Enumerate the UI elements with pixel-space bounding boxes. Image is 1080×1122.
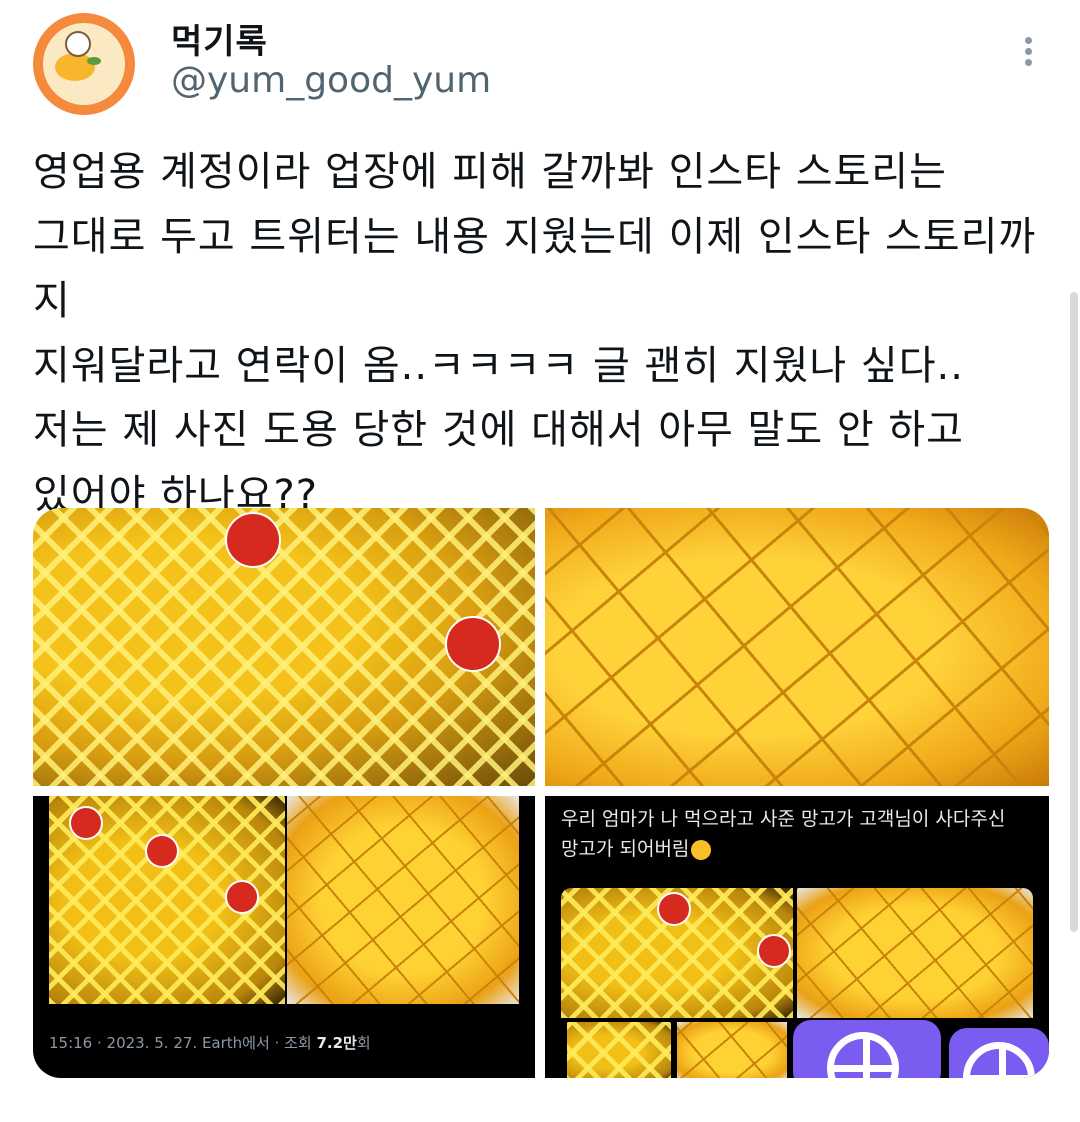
more-options-icon[interactable] xyxy=(1016,34,1040,70)
brand-sticker xyxy=(757,934,791,968)
scrollbar[interactable] xyxy=(1070,292,1078,932)
app-icon[interactable] xyxy=(793,1020,941,1078)
brand-sticker xyxy=(145,834,179,868)
tweet-meta-prefix: 15:16 · 2023. 5. 27. Earth에서 · 조회 xyxy=(49,1034,317,1052)
brand-sticker xyxy=(225,880,259,914)
brand-sticker xyxy=(69,806,103,840)
cut-mango-thumbnail xyxy=(287,796,519,1004)
user-handle[interactable]: @yum_good_yum xyxy=(171,60,491,101)
view-count: 7.2만 xyxy=(316,1034,357,1052)
upside-down-face-emoji-icon xyxy=(691,839,712,860)
mango-box-thumbnail-small xyxy=(567,1022,671,1078)
brand-sticker xyxy=(225,512,281,568)
cut-mango-thumbnail-small xyxy=(677,1022,787,1078)
mango-box-thumbnail xyxy=(49,796,285,1004)
leaf-icon xyxy=(87,57,101,65)
media-image-screenshot-2[interactable]: 우리 엄마가 나 먹으라고 사준 망고가 고객님이 사다주신 망고가 되어버림 xyxy=(545,796,1049,1078)
peace-icon xyxy=(827,1032,899,1078)
media-image-mango-box[interactable] xyxy=(33,508,535,786)
peace-icon xyxy=(963,1042,1035,1078)
tweet-meta-suffix: 회 xyxy=(356,1034,371,1052)
media-grid: 15:16 · 2023. 5. 27. Earth에서 · 조회 7.2만회 … xyxy=(33,508,1049,1078)
mango-box-thumbnail xyxy=(561,888,793,1018)
story-caption: 우리 엄마가 나 먹으라고 사준 망고가 고객님이 사다주신 망고가 되어버림 xyxy=(561,804,1031,864)
tweet-text: 영업용 계정이라 업장에 피해 갈까봐 인스타 스토리는 그대로 두고 트위터는… xyxy=(33,149,1037,518)
tweet-meta: 15:16 · 2023. 5. 27. Earth에서 · 조회 7.2만회 xyxy=(49,1032,371,1053)
media-image-cut-mango[interactable] xyxy=(545,508,1049,786)
story-caption-text: 우리 엄마가 나 먹으라고 사준 망고가 고객님이 사다주신 망고가 되어버림 xyxy=(561,808,1006,860)
media-image-screenshot-1[interactable]: 15:16 · 2023. 5. 27. Earth에서 · 조회 7.2만회 xyxy=(33,796,535,1078)
brand-sticker xyxy=(657,892,691,926)
display-name[interactable]: 먹기록 xyxy=(171,14,268,63)
bunny-icon xyxy=(65,31,91,57)
brand-sticker xyxy=(445,616,501,672)
app-icon[interactable] xyxy=(949,1028,1049,1078)
avatar[interactable] xyxy=(33,13,135,115)
cut-mango-thumbnail xyxy=(797,888,1033,1018)
